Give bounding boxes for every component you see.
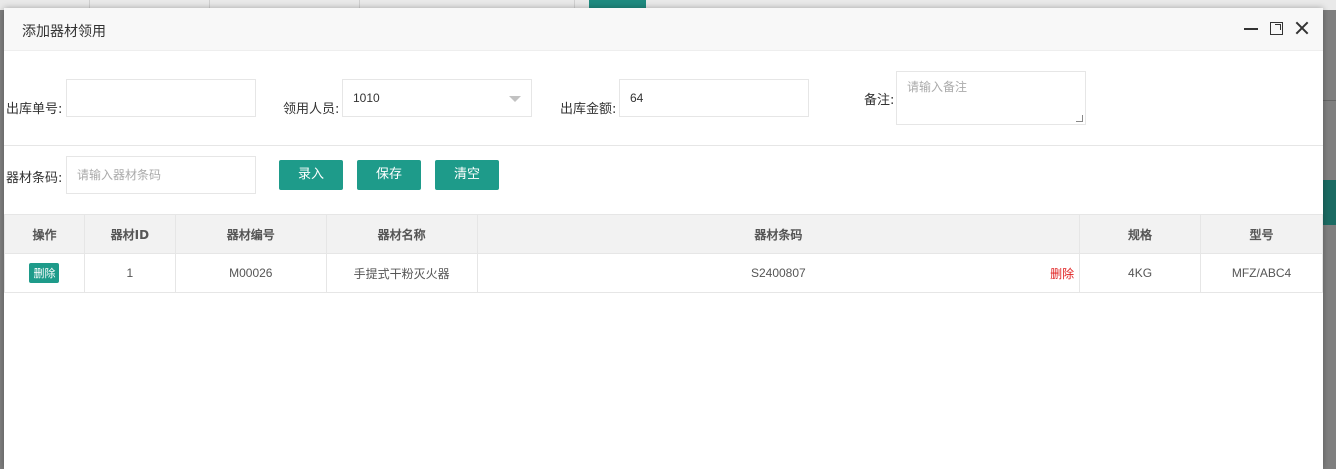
equipment-table: 操作 器材ID 器材编号 器材名称 器材条码 规格 型号 删除 1 M00026…	[4, 214, 1323, 293]
maximize-icon[interactable]	[1270, 21, 1283, 35]
remark-placeholder: 请输入备注	[907, 80, 968, 94]
row-code: M00026	[174, 253, 327, 293]
amount-input[interactable]: 64	[619, 79, 809, 117]
save-button[interactable]: 保存	[357, 160, 421, 190]
remark-textarea[interactable]: 请输入备注	[896, 71, 1086, 125]
form-row-barcode: 器材条码: 请输入器材条码 录入 保存 清空	[4, 146, 1323, 214]
receiver-label: 领用人员:	[283, 102, 340, 117]
header-code: 器材编号	[174, 214, 327, 254]
row-spec: 4KG	[1079, 253, 1201, 293]
modal-header: 添加器材领用	[4, 8, 1323, 51]
barcode-input[interactable]: 请输入器材条码	[66, 156, 256, 194]
table-header-row: 操作 器材ID 器材编号 器材名称 器材条码 规格 型号	[4, 214, 1323, 254]
receiver-select-value: 1010	[353, 91, 380, 105]
receiver-select[interactable]: 1010	[342, 79, 532, 117]
resize-handle-icon[interactable]	[1076, 115, 1083, 122]
header-spec: 规格	[1079, 214, 1201, 254]
delete-barcode-link[interactable]: 删除	[1050, 265, 1074, 282]
modal-title: 添加器材领用	[22, 24, 106, 40]
enter-button[interactable]: 录入	[279, 160, 343, 190]
minimize-icon[interactable]	[1244, 21, 1258, 35]
close-icon[interactable]	[1295, 21, 1309, 35]
out-no-input[interactable]	[66, 79, 256, 117]
row-barcode: S2400807	[750, 266, 806, 280]
row-barcode-cell: S2400807 删除	[476, 253, 1081, 293]
clear-button[interactable]: 清空	[435, 160, 499, 190]
remark-label: 备注:	[864, 93, 895, 108]
header-name: 器材名称	[325, 214, 478, 254]
header-barcode: 器材条码	[476, 214, 1081, 254]
header-model: 型号	[1200, 214, 1323, 254]
add-equipment-modal: 添加器材领用 出库单号: 领用人员: 1010 出库金额: 64 备注: 请输入…	[4, 8, 1323, 469]
amount-label: 出库金额:	[560, 102, 617, 117]
row-name: 手提式干粉灭火器	[325, 253, 478, 293]
out-no-label: 出库单号:	[6, 102, 63, 117]
row-model: MFZ/ABC4	[1200, 253, 1323, 293]
row-id: 1	[83, 253, 176, 293]
header-action: 操作	[4, 214, 85, 254]
barcode-label: 器材条码:	[6, 171, 63, 186]
background-page-right	[1323, 10, 1336, 469]
form-row-main: 出库单号: 领用人员: 1010 出库金额: 64 备注: 请输入备注	[4, 51, 1323, 146]
header-id: 器材ID	[83, 214, 176, 254]
delete-row-button[interactable]: 删除	[29, 263, 60, 283]
row-action-cell: 删除	[4, 253, 85, 293]
chevron-down-icon[interactable]	[509, 96, 521, 102]
window-controls	[1244, 21, 1309, 35]
table-row: 删除 1 M00026 手提式干粉灭火器 S2400807 删除 4KG MFZ…	[4, 253, 1323, 293]
